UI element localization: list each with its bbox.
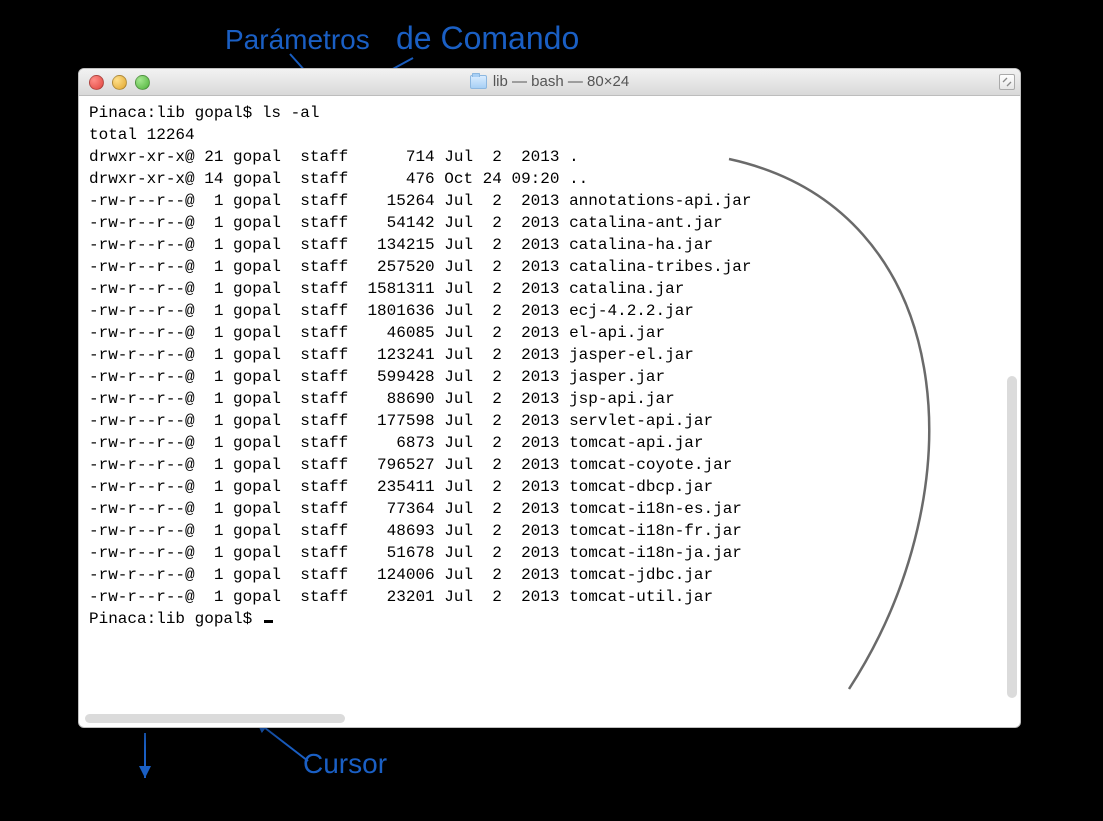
scrollbar-vertical[interactable] [1007, 376, 1017, 698]
close-button[interactable] [89, 75, 104, 90]
annotation-cursor: Cursor [303, 748, 387, 780]
fullscreen-button[interactable] [999, 74, 1015, 90]
terminal-output: Pinaca:lib gopal$ ls -al total 12264 drw… [89, 102, 1010, 630]
terminal-body[interactable]: Pinaca:lib gopal$ ls -al total 12264 drw… [79, 96, 1020, 726]
titlebar: lib — bash — 80×24 [79, 69, 1020, 96]
minimize-button[interactable] [112, 75, 127, 90]
zoom-button[interactable] [135, 75, 150, 90]
terminal-window: lib — bash — 80×24 Pinaca:lib gopal$ ls … [78, 68, 1021, 728]
arrow-down-icon [130, 728, 160, 788]
cursor [264, 620, 273, 623]
window-title: lib — bash — 80×24 [493, 69, 629, 95]
scrollbar-horizontal[interactable] [85, 714, 345, 723]
annotation-parametros: Parámetros [225, 24, 370, 56]
folder-icon [470, 75, 487, 89]
annotation-de-comando: de Comando [396, 20, 579, 57]
